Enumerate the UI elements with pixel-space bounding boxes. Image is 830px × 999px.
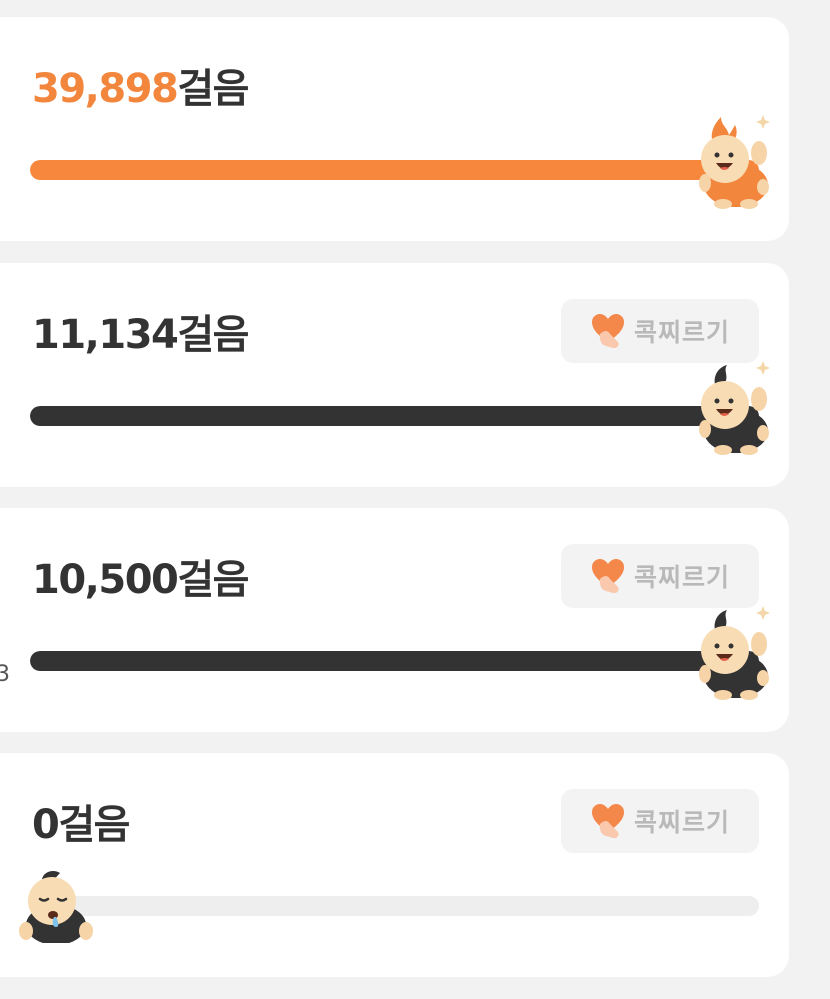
step-count: 0걸음 — [32, 802, 130, 848]
poke-button-label: 콕찌르기 — [633, 563, 730, 592]
progress-track — [30, 896, 759, 916]
ranking-card-2: 11,134걸음 콕찌르기 — [0, 263, 789, 487]
ranking-card-3: 10,500걸음 콕찌르기 — [0, 508, 789, 732]
step-count-number: 0 — [32, 802, 60, 848]
step-count-unit: 걸음 — [58, 802, 130, 848]
progress-fill — [30, 160, 759, 180]
dark-celebrating-mascot-icon — [699, 361, 770, 455]
dark-celebrating-mascot-icon — [699, 606, 770, 700]
poke-button[interactable]: 콕찌르기 — [561, 544, 759, 608]
poke-button-label: 콕찌르기 — [633, 318, 730, 347]
poke-button[interactable]: 콕찌르기 — [561, 299, 759, 363]
heart-poke-icon — [591, 314, 624, 349]
progress-fill — [30, 651, 759, 671]
step-count: 11,134걸음 — [32, 312, 249, 358]
neighbor-edge-fragment: 3 — [0, 662, 10, 687]
step-count-number: 39,898 — [32, 66, 179, 112]
step-count: 39,898걸음 — [32, 66, 249, 112]
step-count-unit: 걸음 — [177, 66, 249, 112]
progress-track — [30, 406, 759, 426]
sleeping-mascot-icon — [19, 871, 93, 943]
progress-fill — [30, 406, 759, 426]
orange-celebrating-mascot-icon — [699, 115, 770, 209]
poke-button[interactable]: 콕찌르기 — [561, 789, 759, 853]
poke-button-label: 콕찌르기 — [633, 808, 730, 837]
step-count-number: 10,500 — [32, 557, 179, 603]
progress-track — [30, 160, 759, 180]
heart-poke-icon — [591, 804, 624, 839]
step-count-unit: 걸음 — [177, 557, 249, 603]
progress-track — [30, 651, 759, 671]
ranking-card-1: 39,898걸음 — [0, 17, 789, 241]
ranking-card-4: 0걸음 콕찌르기 — [0, 753, 789, 977]
step-count-number: 11,134 — [32, 312, 179, 358]
heart-poke-icon — [591, 559, 624, 594]
step-count: 10,500걸음 — [32, 557, 249, 603]
step-count-unit: 걸음 — [177, 312, 249, 358]
